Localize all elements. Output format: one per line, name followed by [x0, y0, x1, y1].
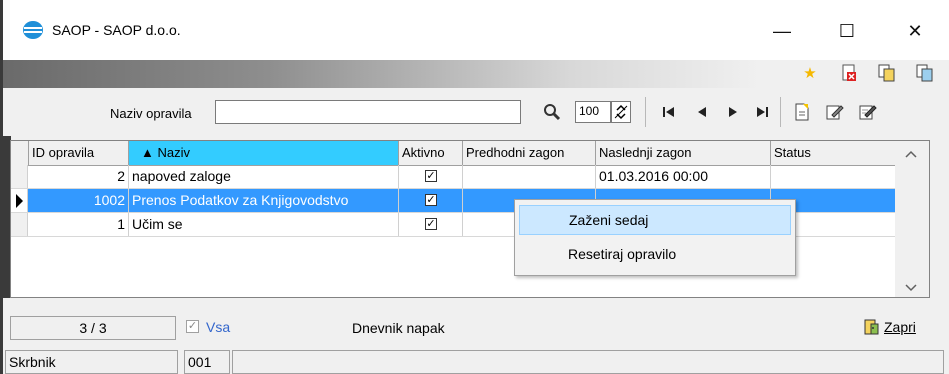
edit-record-icon[interactable] — [823, 100, 847, 124]
cell-id: 1 — [29, 213, 129, 236]
status-user: Skrbnik — [5, 350, 178, 374]
naziv-opravila-input[interactable] — [215, 100, 521, 124]
minimize-button[interactable]: — — [765, 14, 799, 48]
column-header-naslednji-zagon[interactable]: Naslednji zagon — [596, 141, 771, 165]
menu-item-resetiraj-opravilo[interactable]: Resetiraj opravilo — [519, 239, 791, 269]
module-title: Razporejevalec opravil — [6, 5, 184, 22]
edit-alt-icon[interactable] — [856, 100, 880, 124]
column-header-predhodni-zagon[interactable]: Predhodni zagon — [463, 141, 596, 165]
zapri-label: Zapri — [884, 319, 916, 335]
cell-aktivno: ✓ — [399, 213, 463, 236]
cell-naslednji-zagon: 01.03.2016 00:00 — [596, 165, 771, 188]
copy-icon[interactable] — [876, 62, 898, 84]
column-header-status[interactable]: Status — [771, 141, 897, 165]
zapri-button[interactable]: Zapri — [862, 318, 916, 336]
toolbar-separator — [780, 97, 781, 127]
saop-logo-icon — [23, 21, 43, 39]
column-header-aktivno[interactable]: Aktivno — [399, 141, 463, 165]
cell-aktivno: ✓ — [399, 189, 463, 212]
status-extra — [232, 350, 944, 374]
last-record-icon[interactable] — [750, 100, 774, 124]
next-record-icon[interactable] — [721, 100, 745, 124]
status-code: 001 — [184, 350, 230, 374]
search-icon[interactable] — [540, 100, 564, 124]
maximize-button[interactable]: ☐ — [830, 14, 864, 48]
toolbar-separator — [645, 97, 646, 127]
column-header-id[interactable]: ID opravila — [29, 141, 129, 165]
delete-icon[interactable] — [838, 62, 860, 84]
column-header-naziv[interactable]: ▲ Naziv — [129, 141, 399, 165]
current-row-indicator — [11, 189, 28, 212]
cell-naziv: napoved zaloge — [129, 165, 399, 188]
prev-record-icon[interactable] — [690, 100, 714, 124]
context-menu: Zaženi sedaj Resetiraj opravilo — [514, 199, 796, 276]
row-indicator — [11, 213, 28, 236]
cell-status — [771, 165, 897, 188]
star-icon[interactable]: ★ — [799, 62, 821, 84]
copy-alt-icon[interactable] — [914, 62, 936, 84]
cell-id: 1002 — [29, 189, 129, 212]
vsa-label[interactable]: Vsa — [206, 319, 230, 335]
aktivno-checkbox[interactable]: ✓ — [425, 170, 437, 182]
cell-id: 2 — [29, 165, 129, 188]
cell-naziv: Učim se — [129, 213, 399, 236]
cell-naziv: Prenos Podatkov za Knjigovodstvo — [129, 189, 399, 212]
aktivno-checkbox[interactable]: ✓ — [425, 218, 437, 230]
menu-item-zazeni-sedaj[interactable]: Zaženi sedaj — [519, 205, 791, 235]
row-indicator — [11, 165, 28, 188]
close-button[interactable]: ✕ — [898, 14, 932, 48]
dnevnik-napak-link[interactable]: Dnevnik napak — [352, 320, 445, 336]
close-door-icon — [864, 319, 879, 335]
cell-predhodni-zagon — [463, 165, 596, 188]
window-title: SAOP - SAOP d.o.o. — [52, 22, 181, 38]
record-counter: 3 / 3 — [10, 316, 176, 340]
cell-aktivno: ✓ — [399, 165, 463, 188]
scroll-down-icon[interactable] — [905, 281, 917, 295]
row-indicator-header — [11, 141, 29, 165]
vsa-checkbox[interactable]: ✓ — [186, 320, 199, 333]
vertical-scrollbar[interactable] — [895, 141, 929, 297]
table-header: ID opravila ▲ Naziv Aktivno Predhodni za… — [11, 141, 929, 166]
first-record-icon[interactable] — [657, 100, 681, 124]
aktivno-checkbox[interactable]: ✓ — [425, 194, 437, 206]
page-size-field[interactable]: 100 — [575, 101, 611, 123]
table-row[interactable]: 2 napoved zaloge ✓ 01.03.2016 00:00 — [11, 165, 897, 189]
page-size-spinner[interactable] — [611, 101, 631, 123]
scroll-up-icon[interactable] — [905, 147, 917, 161]
new-record-icon[interactable] — [790, 100, 814, 124]
naziv-opravila-label: Naziv opravila — [110, 106, 192, 121]
